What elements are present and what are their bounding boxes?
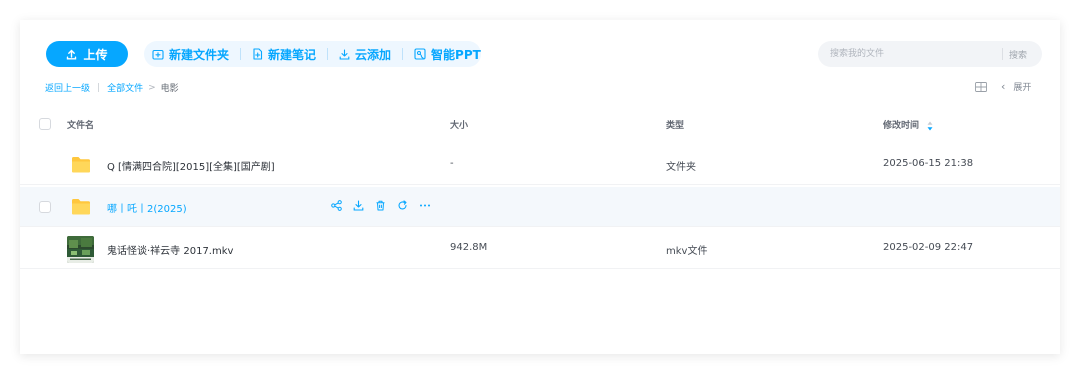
more-icon[interactable]: [419, 200, 431, 211]
all-files-link[interactable]: 全部文件: [107, 81, 143, 94]
folder-icon: [72, 199, 90, 215]
column-header-type[interactable]: 类型: [666, 118, 684, 131]
upload-label: 上传: [83, 47, 108, 62]
file-name[interactable]: 哪丨吒丨2(2025): [107, 200, 187, 215]
view-controls: ‹ 展开: [975, 80, 1031, 93]
row-actions: [331, 200, 442, 211]
cloud-add-button[interactable]: 云添加: [339, 46, 391, 63]
new-note-icon: [252, 48, 263, 60]
ppt-icon: [414, 48, 426, 60]
file-modified: 2025-02-09 22:47: [883, 242, 974, 253]
toolbar-divider: [240, 48, 242, 60]
file-name[interactable]: Q [情满四合院][2015][全集][国产剧]: [107, 158, 275, 173]
file-size: -: [450, 158, 454, 169]
toolbar-actions: 新建文件夹 新建笔记 云添加 智能PPT: [144, 41, 481, 67]
file-type: mkv文件: [666, 246, 708, 257]
video-thumbnail: [67, 236, 94, 263]
table-row[interactable]: 哪丨吒丨2(2025): [20, 187, 1060, 227]
select-all-checkbox[interactable]: [39, 118, 51, 130]
toolbar-divider: [402, 48, 404, 60]
file-type: 文件夹: [666, 162, 696, 173]
table-row[interactable]: 鬼话怪谈·祥云寺 2017.mkv 942.8M mkv文件 2025-02-0…: [20, 229, 1060, 269]
file-size: 942.8M: [450, 242, 488, 253]
file-manager-panel: 上传 新建文件夹 新建笔记 云添加 智能PPT 搜索我的文件 搜索 返回上一级 …: [20, 20, 1060, 354]
row-checkbox[interactable]: [39, 201, 51, 213]
file-name[interactable]: 鬼话怪谈·祥云寺 2017.mkv: [107, 242, 233, 257]
cloud-add-label: 云添加: [355, 47, 392, 62]
expand-label: 展开: [1013, 83, 1032, 93]
download-icon[interactable]: [353, 200, 364, 211]
chevron-left-icon: ‹: [1001, 80, 1006, 93]
smart-ppt-label: 智能PPT: [431, 47, 481, 62]
breadcrumb: 返回上一级 | 全部文件 > 电影: [45, 81, 179, 95]
column-header-modified-label: 修改时间: [883, 121, 920, 131]
upload-button[interactable]: 上传: [46, 41, 128, 67]
new-note-label: 新建笔记: [268, 47, 317, 62]
download-icon: [339, 48, 350, 60]
back-link[interactable]: 返回上一级: [45, 81, 90, 94]
new-folder-icon: [152, 49, 164, 60]
grid-view-icon[interactable]: [975, 81, 987, 92]
search-input[interactable]: [818, 48, 1002, 60]
breadcrumb-divider: |: [97, 82, 101, 93]
current-folder-label: 电影: [160, 84, 179, 94]
new-note-button[interactable]: 新建笔记: [252, 46, 316, 63]
new-folder-label: 新建文件夹: [169, 47, 230, 62]
column-header-name[interactable]: 文件名: [67, 118, 94, 131]
share-icon[interactable]: [331, 200, 342, 211]
table-header: 文件名 大小 类型 修改时间: [20, 110, 1060, 138]
refresh-icon[interactable]: [397, 200, 408, 211]
new-folder-button[interactable]: 新建文件夹: [152, 46, 229, 63]
smart-ppt-button[interactable]: 智能PPT: [414, 46, 481, 63]
delete-icon[interactable]: [375, 200, 386, 211]
column-header-size[interactable]: 大小: [450, 118, 468, 131]
column-header-modified[interactable]: 修改时间: [883, 118, 933, 131]
upload-icon: [66, 49, 77, 60]
file-modified: 2025-06-15 21:38: [883, 158, 974, 169]
sort-icon[interactable]: [927, 121, 933, 131]
toolbar-divider: [327, 48, 329, 60]
folder-icon: [72, 157, 90, 173]
search-box: 搜索: [818, 41, 1042, 67]
breadcrumb-separator: >: [148, 82, 156, 93]
expand-button[interactable]: ‹ 展开: [1001, 80, 1031, 93]
search-button[interactable]: 搜索: [1003, 48, 1027, 61]
table-row[interactable]: Q [情满四合院][2015][全集][国产剧] - 文件夹 2025-06-1…: [20, 145, 1060, 185]
